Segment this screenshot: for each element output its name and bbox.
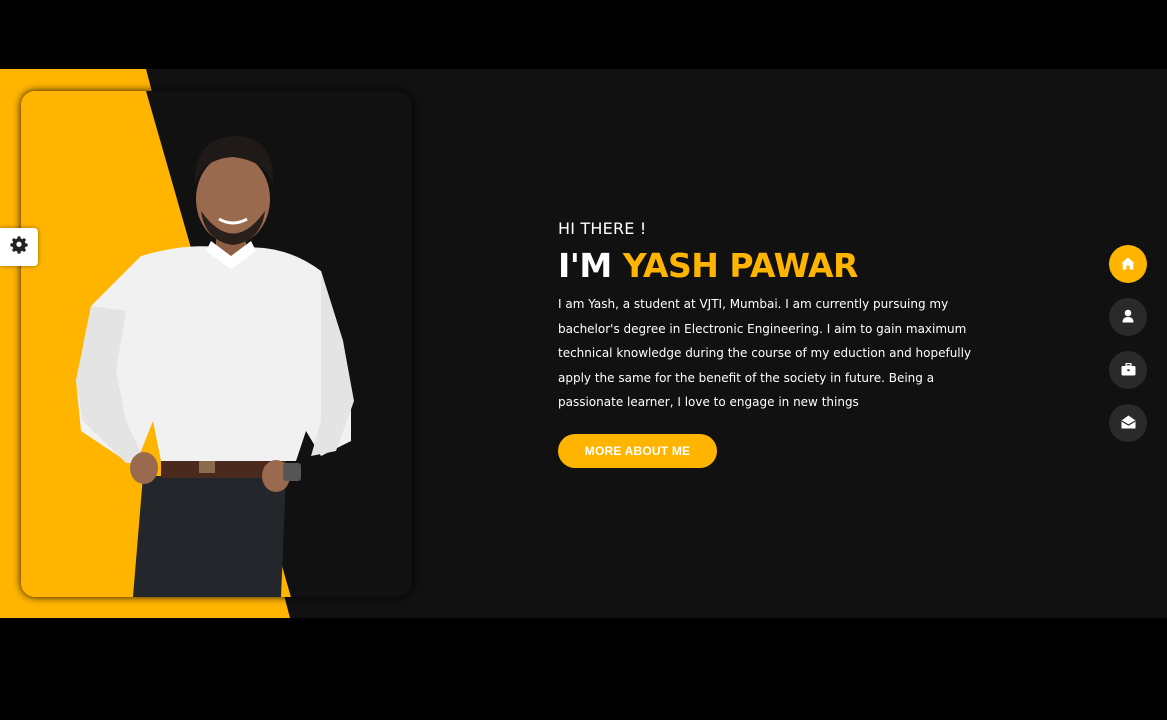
more-about-me-button[interactable]: MORE ABOUT ME bbox=[558, 434, 717, 468]
home-section: HI THERE ! I'M YASH PAWAR I am Yash, a s… bbox=[0, 69, 1167, 618]
settings-button[interactable] bbox=[0, 228, 38, 266]
name-prefix: I'M bbox=[558, 246, 623, 285]
bio-text: I am Yash, a student at VJTI, Mumbai. I … bbox=[558, 297, 972, 410]
name-highlight: YASH PAWAR bbox=[622, 246, 859, 285]
home-icon bbox=[1121, 255, 1135, 274]
nav-item-portfolio[interactable] bbox=[1109, 351, 1147, 389]
greeting-text: HI THERE ! bbox=[558, 219, 647, 238]
nav-item-about[interactable] bbox=[1109, 298, 1147, 336]
nav-item-home[interactable] bbox=[1109, 245, 1147, 283]
profile-photo bbox=[21, 91, 412, 597]
briefcase-icon bbox=[1121, 361, 1136, 380]
side-nav bbox=[1109, 245, 1148, 457]
envelope-open-icon bbox=[1120, 414, 1136, 433]
hero-content: HI THERE ! I'M YASH PAWAR I am Yash, a s… bbox=[558, 219, 988, 468]
user-icon bbox=[1122, 308, 1134, 327]
nav-item-contact[interactable] bbox=[1109, 404, 1147, 442]
gear-icon bbox=[10, 236, 28, 258]
name-heading: I'M YASH PAWAR bbox=[558, 246, 988, 286]
